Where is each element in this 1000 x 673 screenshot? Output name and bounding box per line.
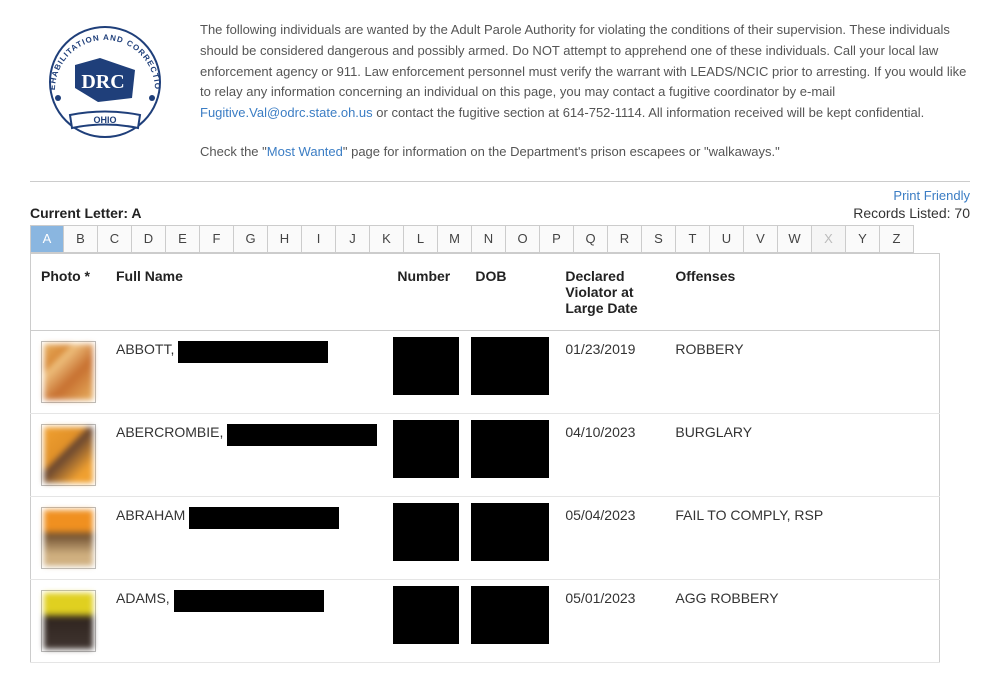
- letter-o[interactable]: O: [506, 225, 540, 253]
- redacted-number: [393, 420, 459, 478]
- letter-m[interactable]: M: [438, 225, 472, 253]
- table-row: ABBOTT, 01/23/2019ROBBERY: [31, 330, 940, 413]
- letter-h[interactable]: H: [268, 225, 302, 253]
- col-header-number[interactable]: Number: [387, 253, 465, 330]
- number-cell: [387, 413, 465, 496]
- table-row: ABERCROMBIE, 04/10/2023BURGLARY: [31, 413, 940, 496]
- check-text-b: " page for information on the Department…: [343, 144, 780, 159]
- letter-s[interactable]: S: [642, 225, 676, 253]
- offenses-cell: BURGLARY: [665, 413, 939, 496]
- letter-y[interactable]: Y: [846, 225, 880, 253]
- surname: ABRAHAM: [116, 507, 185, 523]
- dob-cell: [465, 496, 555, 579]
- col-header-photo[interactable]: Photo *: [31, 253, 107, 330]
- divider: [30, 181, 970, 182]
- letter-k[interactable]: K: [370, 225, 404, 253]
- col-header-name[interactable]: Full Name: [106, 253, 387, 330]
- redacted-number: [393, 586, 459, 644]
- violators-table: Photo * Full Name Number DOB Declared Vi…: [30, 253, 940, 663]
- table-row: ADAMS, 05/01/2023AGG ROBBERY: [31, 579, 940, 662]
- letter-p[interactable]: P: [540, 225, 574, 253]
- offenses-cell: AGG ROBBERY: [665, 579, 939, 662]
- current-letter-label: Current Letter: A: [30, 205, 142, 221]
- fugitive-email-link[interactable]: Fugitive.Val@odrc.state.oh.us: [200, 105, 373, 120]
- surname: ADAMS,: [116, 590, 170, 606]
- col-header-dob[interactable]: DOB: [465, 253, 555, 330]
- letter-v[interactable]: V: [744, 225, 778, 253]
- table-row: ABRAHAM 05/04/2023FAIL TO COMPLY, RSP: [31, 496, 940, 579]
- mugshot: [41, 507, 96, 569]
- mugshot: [41, 424, 96, 486]
- intro-paragraph-a: The following individuals are wanted by …: [200, 22, 966, 99]
- letter-n[interactable]: N: [472, 225, 506, 253]
- table-body: ABBOTT, 01/23/2019ROBBERYABERCROMBIE, 04…: [31, 330, 940, 662]
- col-header-offenses[interactable]: Offenses: [665, 253, 939, 330]
- offenses-cell: ROBBERY: [665, 330, 939, 413]
- violator-date: 04/10/2023: [555, 413, 665, 496]
- dob-cell: [465, 330, 555, 413]
- letter-i[interactable]: I: [302, 225, 336, 253]
- svg-text:DRC: DRC: [81, 71, 124, 93]
- check-text-a: Check the ": [200, 144, 267, 159]
- col-header-date[interactable]: Declared Violator at Large Date: [555, 253, 665, 330]
- dob-cell: [465, 579, 555, 662]
- violator-date: 01/23/2019: [555, 330, 665, 413]
- print-friendly-link[interactable]: Print Friendly: [893, 188, 970, 203]
- letter-u[interactable]: U: [710, 225, 744, 253]
- letter-w[interactable]: W: [778, 225, 812, 253]
- letter-z[interactable]: Z: [880, 225, 914, 253]
- letter-b[interactable]: B: [64, 225, 98, 253]
- letter-x: X: [812, 225, 846, 253]
- redacted-dob: [471, 503, 549, 561]
- redacted-dob: [471, 420, 549, 478]
- name-cell: ABBOTT,: [106, 330, 387, 413]
- letter-e[interactable]: E: [166, 225, 200, 253]
- dob-cell: [465, 413, 555, 496]
- letter-g[interactable]: G: [234, 225, 268, 253]
- photo-cell: [31, 330, 107, 413]
- redacted-name: [174, 590, 324, 612]
- surname: ABBOTT,: [116, 341, 174, 357]
- records-listed: Records Listed: 70: [853, 205, 970, 221]
- letter-d[interactable]: D: [132, 225, 166, 253]
- photo-cell: [31, 413, 107, 496]
- name-cell: ABERCROMBIE,: [106, 413, 387, 496]
- violator-date: 05/04/2023: [555, 496, 665, 579]
- redacted-dob: [471, 586, 549, 644]
- redacted-name: [227, 424, 377, 446]
- redacted-name: [189, 507, 339, 529]
- name-cell: ADAMS,: [106, 579, 387, 662]
- offenses-cell: FAIL TO COMPLY, RSP: [665, 496, 939, 579]
- letter-c[interactable]: C: [98, 225, 132, 253]
- letter-q[interactable]: Q: [574, 225, 608, 253]
- number-cell: [387, 496, 465, 579]
- number-cell: [387, 579, 465, 662]
- most-wanted-link[interactable]: Most Wanted: [267, 144, 343, 159]
- number-cell: [387, 330, 465, 413]
- letter-a[interactable]: A: [30, 225, 64, 253]
- violator-date: 05/01/2023: [555, 579, 665, 662]
- letter-t[interactable]: T: [676, 225, 710, 253]
- redacted-name: [178, 341, 328, 363]
- intro-text: The following individuals are wanted by …: [200, 20, 970, 163]
- letter-l[interactable]: L: [404, 225, 438, 253]
- redacted-number: [393, 503, 459, 561]
- photo-cell: [31, 496, 107, 579]
- agency-logo: REHABILITATION AND CORRECTION DRC OHIO: [30, 20, 180, 163]
- photo-cell: [31, 579, 107, 662]
- mugshot: [41, 590, 96, 652]
- mugshot: [41, 341, 96, 403]
- alphabet-filter: ABCDEFGHIJKLMNOPQRSTUVWXYZ: [20, 225, 980, 253]
- letter-r[interactable]: R: [608, 225, 642, 253]
- intro-paragraph-b: or contact the fugitive section at 614-7…: [373, 105, 925, 120]
- svg-text:OHIO: OHIO: [93, 115, 116, 125]
- surname: ABERCROMBIE,: [116, 424, 223, 440]
- letter-j[interactable]: J: [336, 225, 370, 253]
- redacted-number: [393, 337, 459, 395]
- redacted-dob: [471, 337, 549, 395]
- letter-f[interactable]: F: [200, 225, 234, 253]
- name-cell: ABRAHAM: [106, 496, 387, 579]
